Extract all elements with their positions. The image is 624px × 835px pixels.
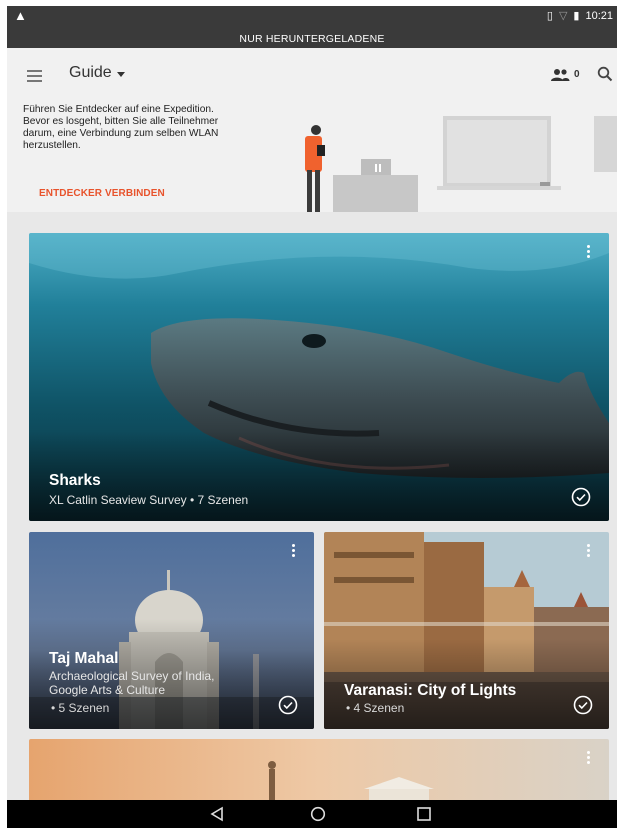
wifi-icon: ▽ — [558, 10, 568, 22]
expedition-card-partial[interactable] — [29, 739, 609, 809]
recents-icon[interactable] — [416, 806, 432, 822]
card-subtitle: Google Arts & Culture — [49, 683, 166, 697]
menu-icon[interactable] — [27, 70, 42, 82]
expedition-card-sharks[interactable]: Sharks XL Catlin Seaview Survey • 7 Szen… — [29, 233, 609, 521]
more-options-icon[interactable] — [292, 544, 296, 559]
expedition-card-varanasi[interactable]: Varanasi: City of Lights • 4 Szenen — [324, 532, 609, 729]
more-options-icon[interactable] — [587, 245, 591, 260]
offline-banner: NUR HERUNTERGELADENE — [239, 33, 385, 45]
connect-explorers-section: Führen Sie Entdecker auf eine Expedition… — [7, 100, 617, 212]
app-frame: ▲ ▯ ▽ ▮ 10:21 NUR HERUNTERGELADENE Guide… — [7, 6, 617, 828]
downloaded-check-icon — [573, 695, 593, 715]
back-icon[interactable] — [209, 806, 225, 822]
vibrate-icon: ▯ — [546, 10, 553, 22]
expedition-grid: Sharks XL Catlin Seaview Survey • 7 Szen… — [7, 212, 617, 809]
status-icons: ▯ ▽ ▮ 10:21 — [546, 9, 613, 23]
more-options-icon[interactable] — [587, 751, 591, 766]
explorers-icon[interactable] — [550, 68, 570, 82]
expedition-card-taj-mahal[interactable]: Taj Mahal Archaeological Survey of India… — [29, 532, 314, 729]
chevron-down-icon[interactable] — [117, 72, 125, 77]
more-options-icon[interactable] — [587, 544, 591, 559]
card-title: Varanasi: City of Lights — [344, 682, 517, 699]
navigation-bar — [7, 800, 617, 828]
toolbar: Guide 0 — [7, 48, 617, 100]
classroom-illustration — [305, 116, 617, 212]
guide-dropdown[interactable]: Guide — [69, 64, 112, 82]
explorer-count: 0 — [574, 69, 580, 80]
card-scene-count: • 4 Szenen — [346, 701, 405, 715]
search-icon[interactable] — [597, 66, 613, 82]
downloaded-check-icon — [278, 695, 298, 715]
card-title: Taj Mahal — [49, 650, 119, 667]
status-bar: ▲ ▯ ▽ ▮ 10:21 NUR HERUNTERGELADENE — [7, 6, 617, 48]
card-scene-count: • 5 Szenen — [51, 701, 110, 715]
expedition-image — [29, 739, 609, 809]
connect-instructions: Führen Sie Entdecker auf eine Expedition… — [23, 104, 219, 151]
card-subtitle: XL Catlin Seaview Survey • 7 Szenen — [49, 493, 249, 507]
card-title: Sharks — [49, 472, 101, 489]
home-icon[interactable] — [310, 806, 326, 822]
connect-explorers-button[interactable]: ENTDECKER VERBINDEN — [39, 188, 165, 199]
warning-icon: ▲ — [14, 8, 27, 23]
battery-icon: ▮ — [573, 10, 580, 22]
status-time: 10:21 — [585, 9, 613, 22]
card-subtitle: Archaeological Survey of India, — [49, 669, 215, 683]
downloaded-check-icon — [571, 487, 591, 507]
